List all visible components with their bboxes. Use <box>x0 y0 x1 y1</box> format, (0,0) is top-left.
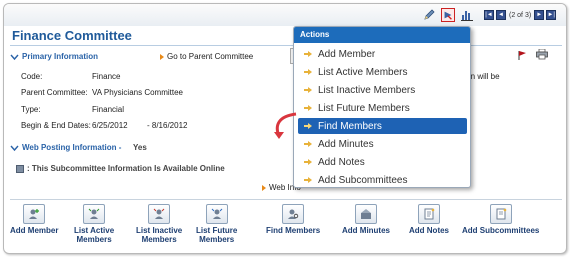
menu-arrow-icon <box>304 159 312 165</box>
add-subcommittees-button[interactable]: Add Subcommittees <box>462 204 539 235</box>
top-toolbar: |◄ ◄ (2 of 3) ► ►| <box>4 4 566 26</box>
committee-panel: |◄ ◄ (2 of 3) ► ►| Finance Committee Pri… <box>3 3 567 254</box>
flag-icon[interactable] <box>517 50 527 60</box>
add-person-icon <box>29 209 40 219</box>
subcommittee-note-text: : This Subcommittee Information Is Avail… <box>27 164 225 173</box>
primary-info-header[interactable]: Primary Information <box>10 52 98 61</box>
code-value: Finance <box>92 72 121 81</box>
add-minutes-button[interactable]: Add Minutes <box>342 204 390 235</box>
callout-arrow-icon <box>274 112 297 139</box>
collapse-icon[interactable] <box>10 144 19 152</box>
code-label: Code: <box>21 72 43 81</box>
menu-item-add-minutes[interactable]: Add Minutes <box>298 136 467 152</box>
arrow-right-icon <box>262 184 266 191</box>
go-to-parent-label: Go to Parent Committee <box>167 52 254 61</box>
add-notes-label: Add Notes <box>409 226 449 235</box>
add-member-button[interactable]: Add Member <box>10 204 58 235</box>
menu-item-label: Find Members <box>318 120 382 132</box>
list-active-members-button[interactable]: List Active Members <box>74 204 114 244</box>
list-people-icon <box>153 208 165 219</box>
menu-item-label: Add Member <box>318 48 376 60</box>
actions-menu-header: Actions <box>294 27 470 43</box>
note-icon <box>424 208 435 220</box>
first-record-button[interactable]: |◄ <box>484 10 494 20</box>
web-posting-title: Web Posting Information - <box>22 143 122 152</box>
list-active-members-label-2: Members <box>76 235 112 244</box>
list-inactive-members-button[interactable]: List Inactive Members <box>136 204 182 244</box>
list-future-members-button[interactable]: List Future Members <box>196 204 237 244</box>
begin-date-value: 6/25/2012 <box>92 121 128 130</box>
menu-arrow-icon <box>304 87 312 93</box>
menu-item-label: List Inactive Members <box>318 84 416 96</box>
subcommittee-icon <box>496 208 506 220</box>
add-minutes-label: Add Minutes <box>342 226 390 235</box>
action-bar: Add Member List Active Members List Inac… <box>4 204 566 252</box>
list-future-members-label-1: List Future <box>196 226 238 235</box>
add-subcommittees-label: Add Subcommittees <box>462 226 540 235</box>
menu-arrow-icon <box>304 69 312 75</box>
add-member-label: Add Member <box>10 226 59 235</box>
type-label: Type: <box>21 105 41 114</box>
record-pager: |◄ ◄ (2 of 3) ► ►| <box>484 9 557 21</box>
end-date-value: - 8/16/2012 <box>147 121 188 130</box>
primary-info-title: Primary Information <box>22 52 99 61</box>
menu-item-add-notes[interactable]: Add Notes <box>298 154 467 170</box>
menu-item-find-members[interactable]: Find Members <box>298 118 467 134</box>
run-actions-icon[interactable] <box>441 8 455 22</box>
add-notes-button[interactable]: Add Notes <box>409 204 449 235</box>
find-members-button[interactable]: Find Members <box>266 204 320 235</box>
actions-menu: Actions Add Member List Active Members Lis… <box>293 26 471 188</box>
menu-item-label: Add Notes <box>318 156 365 168</box>
list-active-members-label-1: List Active <box>74 226 115 235</box>
menu-arrow-icon <box>304 177 312 183</box>
menu-item-label: List Future Members <box>318 102 410 114</box>
dates-label: Begin & End Dates: <box>21 121 91 130</box>
type-value: Financial <box>92 105 125 114</box>
menu-arrow-icon <box>304 123 312 129</box>
bar-chart-icon[interactable] <box>460 8 474 22</box>
menu-item-list-future-members[interactable]: List Future Members <box>298 100 467 116</box>
list-people-icon <box>211 208 223 219</box>
menu-item-label: Add Minutes <box>318 138 374 150</box>
menu-arrow-icon <box>304 105 312 111</box>
next-record-button[interactable]: ► <box>534 10 545 20</box>
menu-item-label: List Active Members <box>318 66 408 78</box>
action-bar-divider <box>10 199 562 200</box>
menu-item-label: Add Subcommittees <box>318 174 408 186</box>
previous-record-button[interactable]: ◄ <box>496 10 506 20</box>
arrow-right-icon <box>160 53 164 60</box>
find-person-icon <box>288 209 299 219</box>
monitor-icon <box>16 164 24 173</box>
find-members-label: Find Members <box>266 226 321 235</box>
list-inactive-members-label-1: List Inactive <box>136 226 183 235</box>
go-to-parent-link[interactable]: Go to Parent Committee <box>160 52 253 61</box>
menu-arrow-icon <box>304 141 312 147</box>
parent-committee-label: Parent Committee: <box>21 88 88 97</box>
page-title: Finance Committee <box>12 28 132 43</box>
menu-arrow-icon <box>304 51 312 57</box>
collapse-icon[interactable] <box>10 53 19 61</box>
minutes-icon <box>361 209 371 219</box>
web-posting-value: Yes <box>133 143 147 152</box>
last-record-button[interactable]: ►| <box>546 10 557 20</box>
printer-icon[interactable] <box>536 49 548 60</box>
menu-item-add-subcommittees[interactable]: Add Subcommittees <box>298 172 467 187</box>
parent-committee-value: VA Physicians Committee <box>92 88 183 97</box>
list-people-icon <box>88 208 100 219</box>
menu-item-list-inactive-members[interactable]: List Inactive Members <box>298 82 467 98</box>
pencil-icon[interactable] <box>422 8 436 22</box>
list-future-members-label-2: Members <box>199 235 235 244</box>
web-posting-header[interactable]: Web Posting Information - <box>10 143 121 152</box>
menu-item-list-active-members[interactable]: List Active Members <box>298 64 467 80</box>
menu-item-add-member[interactable]: Add Member <box>298 46 467 62</box>
title-divider <box>10 45 562 46</box>
subcommittee-note: : This Subcommittee Information Is Avail… <box>16 164 225 173</box>
record-position: (2 of 3) <box>509 11 532 19</box>
list-inactive-members-label-2: Members <box>141 235 177 244</box>
